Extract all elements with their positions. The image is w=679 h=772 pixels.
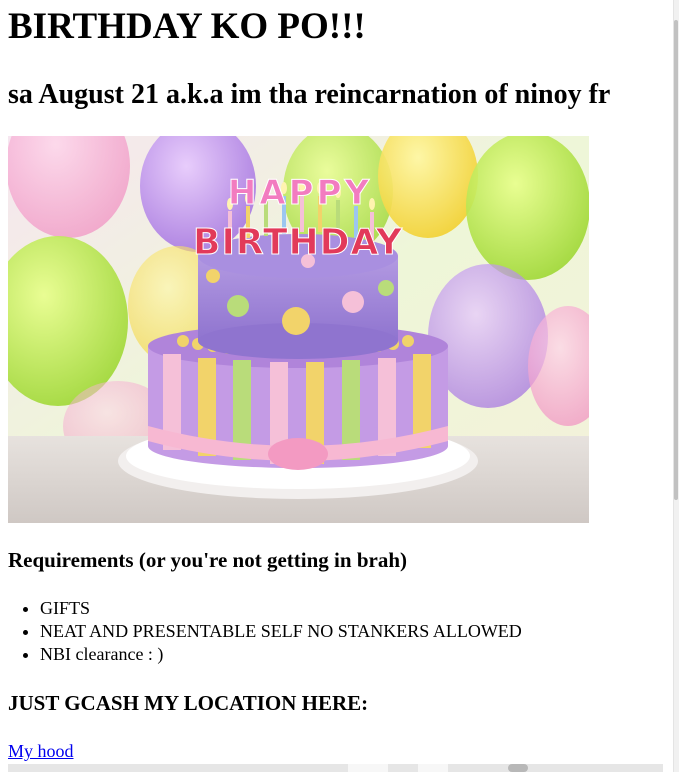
list-item: NEAT AND PRESENTABLE SELF NO STANKERS AL… (40, 620, 638, 643)
my-hood-link[interactable]: My hood (8, 740, 74, 763)
page-content: BIRTHDAY KO PO!!! sa August 21 a.k.a im … (0, 0, 673, 772)
birthday-cake-image: HAPPY BIRTHDAY (8, 136, 589, 523)
list-item: NBI clearance : ) (40, 643, 638, 666)
requirements-list: GIFTS NEAT AND PRESENTABLE SELF NO STANK… (18, 597, 638, 666)
page-subtitle: sa August 21 a.k.a im tha reincarnation … (8, 79, 611, 110)
map-embed[interactable] (8, 764, 663, 772)
scrollbar-thumb[interactable] (674, 20, 678, 500)
location-heading: JUST GCASH MY LOCATION HERE: (8, 691, 369, 715)
cake-topper-birthday: BIRTHDAY (193, 222, 403, 263)
requirements-heading: Requirements (or you're not getting in b… (8, 548, 407, 572)
list-item: GIFTS (40, 597, 638, 620)
page-title: BIRTHDAY KO PO!!! (8, 6, 366, 47)
page-scrollbar[interactable] (673, 0, 679, 772)
cake-topper-happy: HAPPY (228, 173, 372, 213)
